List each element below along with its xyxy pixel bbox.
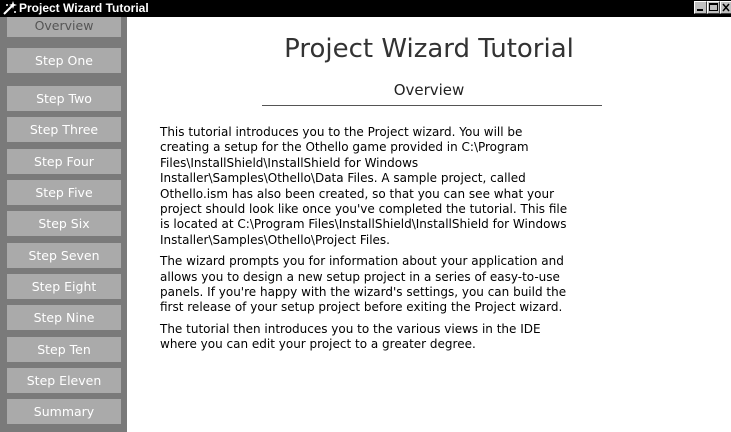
sidebar-item-step-five[interactable]: Step Five bbox=[7, 180, 121, 205]
window-title: Project Wizard Tutorial bbox=[19, 1, 149, 15]
sidebar-item-step-nine[interactable]: Step Nine bbox=[7, 305, 121, 330]
sidebar-item-step-one[interactable]: Step One bbox=[7, 48, 121, 73]
sidebar-item-step-eleven[interactable]: Step Eleven bbox=[7, 368, 121, 393]
title-bar[interactable]: Project Wizard Tutorial bbox=[0, 0, 731, 17]
minimize-button[interactable] bbox=[694, 1, 707, 14]
wizard-paragraph: The wizard prompts you for information a… bbox=[160, 254, 567, 315]
tutorial-body: This tutorial introduces you to the Proj… bbox=[160, 125, 695, 359]
ide-paragraph: The tutorial then introduces you to the … bbox=[160, 321, 541, 352]
sidebar-nav: Overview Step One Step Two Step Three St… bbox=[0, 17, 127, 432]
wizard-app-icon[interactable] bbox=[3, 1, 17, 15]
section-heading: Overview bbox=[393, 81, 465, 99]
sidebar-item-step-four[interactable]: Step Four bbox=[7, 149, 121, 174]
sidebar-item-step-two[interactable]: Step Two bbox=[7, 86, 121, 111]
page-title: Project Wizard Tutorial bbox=[284, 34, 574, 64]
sidebar-item-step-three[interactable]: Step Three bbox=[7, 117, 121, 142]
sidebar-item-step-seven[interactable]: Step Seven bbox=[7, 243, 121, 268]
sidebar-item-step-six[interactable]: Step Six bbox=[7, 211, 121, 236]
sidebar-item-summary[interactable]: Summary bbox=[7, 399, 121, 424]
maximize-button[interactable] bbox=[707, 1, 720, 14]
sidebar-item-step-eight[interactable]: Step Eight bbox=[7, 274, 121, 299]
sidebar-item-overview[interactable]: Overview bbox=[7, 17, 121, 37]
sidebar-item-step-ten[interactable]: Step Ten bbox=[7, 337, 121, 362]
heading-divider bbox=[262, 105, 602, 106]
intro-paragraph: This tutorial introduces you to the Proj… bbox=[160, 125, 568, 247]
close-button[interactable] bbox=[720, 1, 731, 14]
